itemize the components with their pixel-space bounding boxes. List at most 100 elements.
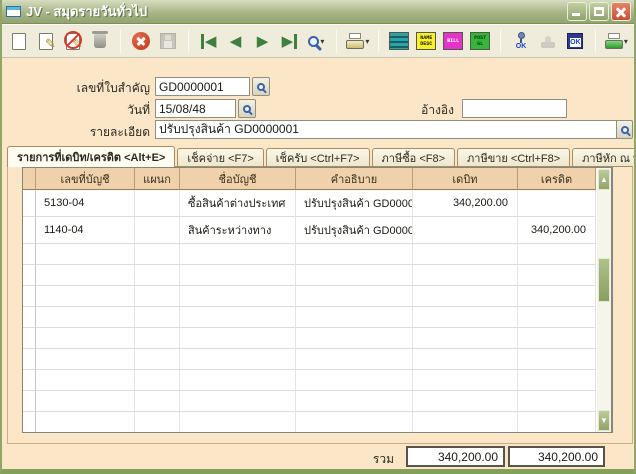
vertical-scrollbar[interactable]: ▲ ▼: [597, 167, 612, 433]
totals-row: รวม 340,200.00 340,200.00: [2, 446, 634, 468]
description-label: รายละเอียด: [22, 123, 150, 142]
cell-account[interactable]: 1140-04: [36, 217, 135, 244]
cell-dept[interactable]: [135, 190, 180, 217]
find-button[interactable]: ▾: [305, 29, 327, 53]
cancel-edit-button[interactable]: ✎: [62, 29, 84, 53]
row-selector[interactable]: [23, 217, 36, 244]
edit-button[interactable]: ✎: [35, 29, 57, 53]
empty-row: [23, 286, 612, 307]
table-row[interactable]: 1140-04 สินค้าระหว่างทาง ปรับปรุงสินค้า …: [23, 217, 612, 244]
scrollbar-thumb[interactable]: [598, 258, 610, 302]
cell-credit[interactable]: [518, 190, 596, 217]
new-button[interactable]: [8, 29, 30, 53]
description-input[interactable]: [155, 120, 617, 139]
window-icon: [6, 6, 21, 17]
save-approve-button[interactable]: OK: [564, 29, 586, 53]
empty-row: [23, 349, 612, 370]
bill-button[interactable]: BILL: [442, 29, 464, 53]
grid-header-debit[interactable]: เดบิท: [413, 168, 518, 190]
table-row[interactable]: 5130-04 ซื้อสินค้าต่างประเทศ ปรับปรุงสิน…: [23, 190, 612, 217]
print-button[interactable]: ▾: [346, 29, 369, 53]
detail-button[interactable]: [388, 29, 410, 53]
date-input[interactable]: [155, 99, 236, 118]
name-desc-button[interactable]: NAMEDESC: [415, 29, 437, 53]
tab-purchase-tax[interactable]: ภาษีซื้อ <F8>: [372, 148, 456, 167]
cell-credit[interactable]: 340,200.00: [518, 217, 596, 244]
green-printer-icon: [605, 36, 623, 49]
delete-button[interactable]: [89, 29, 111, 53]
cell-debit[interactable]: [413, 217, 518, 244]
description-lookup-button[interactable]: [616, 120, 633, 139]
save-icon: [160, 33, 176, 49]
first-record-button[interactable]: ◀: [198, 29, 220, 53]
save-ok-icon: OK: [567, 33, 583, 49]
chevron-up-icon: ▲: [600, 175, 608, 184]
tab-cheque-received[interactable]: เช็ครับ <Ctrl+F7>: [266, 148, 370, 167]
tab-sales-tax[interactable]: ภาษีขาย <Ctrl+F8>: [457, 148, 570, 167]
tab-withholding-tax[interactable]: ภาษีหัก ณ ที่จ่าย <Ctrl+F10>: [572, 148, 636, 167]
date-label: วันที่: [22, 101, 150, 120]
approve-button[interactable]: OK: [510, 29, 532, 53]
cell-account-name[interactable]: ซื้อสินค้าต่างประเทศ: [180, 190, 296, 217]
grid-header-dept[interactable]: แผนก: [135, 168, 180, 190]
cell-account-name[interactable]: สินค้าระหว่างทาง: [180, 217, 296, 244]
no-edit-icon: [64, 31, 82, 49]
post-gl-button[interactable]: POSTGL: [469, 29, 491, 53]
tab-debit-credit-entries[interactable]: รายการที่เดบิท/เครดิต <Alt+E>: [7, 146, 175, 167]
close-button[interactable]: [611, 2, 631, 21]
document-form: เลขที่ใบสำคัญ วันที่ อ้างอิง รายละเอียด: [2, 58, 634, 146]
toolbar-separator: [120, 29, 121, 53]
jv-window: JV - สมุดรายวันทั่วไป ✎ ✎ ◀ ◀ ▶ ▶ ▾ ▾ NA…: [0, 0, 636, 474]
last-record-button[interactable]: ▶: [278, 29, 300, 53]
minimize-button[interactable]: [567, 2, 587, 21]
grid-header-credit[interactable]: เครดิต: [518, 168, 596, 190]
next-record-button[interactable]: ▶: [252, 29, 274, 53]
doc-no-label: เลขที่ใบสำคัญ: [22, 79, 150, 98]
grid-header-selector: [23, 168, 36, 190]
previous-record-button[interactable]: ◀: [225, 29, 247, 53]
total-credit: 340,200.00: [508, 446, 605, 467]
cell-dept[interactable]: [135, 217, 180, 244]
row-selector[interactable]: [23, 190, 36, 217]
cell-description[interactable]: ปรับปรุงสินค้า GD000000: [296, 217, 413, 244]
empty-row: [23, 370, 612, 391]
doc-no-lookup-button[interactable]: [252, 77, 270, 96]
titlebar: JV - สมุดรายวันทั่วไป: [2, 0, 634, 24]
grid-header-account[interactable]: เลขที่บัญชี: [36, 168, 135, 190]
search-icon: [308, 36, 319, 47]
cancel-document-button[interactable]: [130, 29, 152, 53]
empty-row: [23, 391, 612, 412]
pencil-icon: ✎: [45, 37, 56, 50]
chevron-down-icon: ▼: [600, 416, 608, 425]
lookup-magnifier-icon: [257, 83, 265, 91]
grid-header-row: เลขที่บัญชี แผนก ชื่อบัญชี คำอธิบาย เดบิ…: [23, 168, 612, 190]
bill-icon: BILL: [443, 32, 463, 50]
doc-no-input[interactable]: [155, 77, 250, 96]
stamp-icon: [541, 42, 555, 48]
trash-icon: [94, 34, 106, 48]
print-form-button[interactable]: ▾: [605, 29, 628, 53]
cell-account[interactable]: 5130-04: [36, 190, 135, 217]
scroll-up-button[interactable]: ▲: [598, 169, 610, 190]
tab-strip: รายการที่เดบิท/เครดิต <Alt+E> เช็คจ่าย <…: [7, 146, 629, 167]
entries-grid: เลขที่บัญชี แผนก ชื่อบัญชี คำอธิบาย เดบิ…: [22, 167, 613, 433]
toolbar: ✎ ✎ ◀ ◀ ▶ ▶ ▾ ▾ NAMEDESC BILL POSTGL OK …: [2, 24, 634, 58]
approve-ok-icon: OK: [516, 32, 527, 50]
dropdown-arrow-icon[interactable]: ▾: [320, 37, 324, 46]
total-label: รวม: [373, 450, 394, 469]
empty-row: [23, 328, 612, 349]
date-lookup-button[interactable]: [238, 99, 256, 118]
grid-header-account-name[interactable]: ชื่อบัญชี: [180, 168, 296, 190]
cell-debit[interactable]: 340,200.00: [413, 190, 518, 217]
scroll-down-button[interactable]: ▼: [598, 410, 610, 431]
maximize-button[interactable]: [589, 2, 609, 21]
reference-input[interactable]: [462, 99, 567, 118]
tab-cheque-paid[interactable]: เช็คจ่าย <F7>: [177, 148, 263, 167]
save-button: [157, 29, 179, 53]
grid-header-description[interactable]: คำอธิบาย: [296, 168, 413, 190]
reference-label: อ้างอิง: [362, 101, 454, 120]
minimize-icon: [572, 13, 580, 16]
last-record-icon: ▶: [282, 34, 298, 49]
cell-description[interactable]: ปรับปรุงสินค้า GD000000: [296, 190, 413, 217]
name-desc-icon: NAMEDESC: [416, 32, 436, 50]
